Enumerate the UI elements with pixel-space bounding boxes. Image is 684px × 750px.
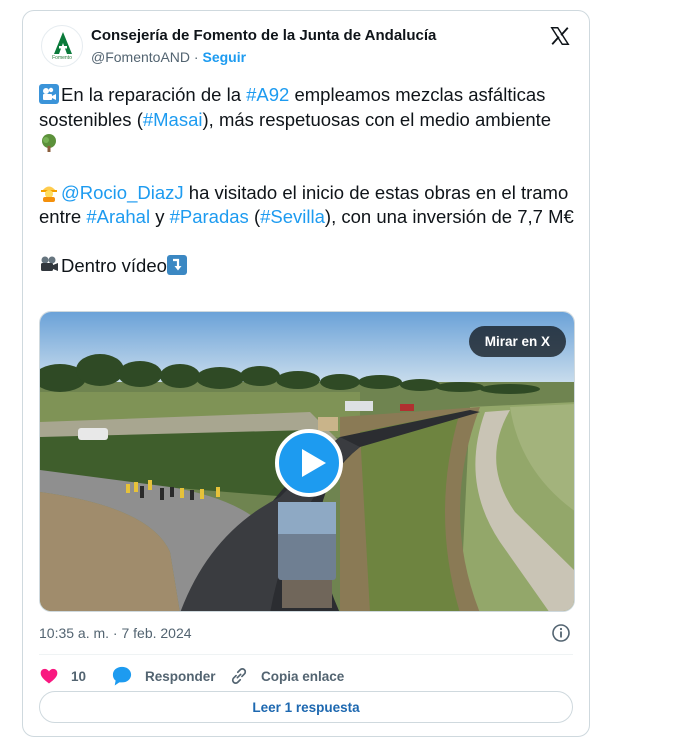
read-replies-button[interactable]: Leer 1 respuesta: [39, 691, 573, 723]
heart-icon: [40, 668, 58, 684]
link-icon: [231, 668, 247, 684]
watch-on-x-button[interactable]: Mirar en X: [468, 326, 566, 357]
x-logo-icon[interactable]: [549, 25, 571, 47]
reply-label: Responder: [145, 668, 216, 684]
account-handle[interactable]: @FomentoAND: [91, 49, 190, 65]
hashtag-a92[interactable]: #A92: [246, 84, 289, 105]
mention-rocio-diazj[interactable]: @Rocio_DiazJ: [61, 182, 184, 203]
p3-text: Dentro vídeo: [61, 254, 167, 276]
p2-text-4: ), con una inversión de 7,7 M€: [324, 206, 574, 227]
like-count: 10: [71, 668, 87, 684]
tweet-card: Fomento Consejería de Fomento de la Junt…: [22, 10, 590, 737]
follow-button[interactable]: Seguir: [202, 49, 246, 65]
arrow-down-right-icon: [166, 254, 187, 275]
like-button[interactable]: 10: [39, 663, 86, 689]
tweet-timestamp[interactable]: 10:35 a. m. · 7 feb. 2024: [39, 625, 192, 641]
reply-button[interactable]: Responder: [111, 663, 216, 689]
separator-dot: ·: [193, 49, 199, 65]
copy-link-button[interactable]: Copia enlace: [229, 663, 344, 689]
info-icon[interactable]: [551, 623, 571, 643]
movie-camera-icon: [39, 84, 59, 104]
action-bar: 10 Responder Copia enlace: [39, 663, 559, 689]
account-name[interactable]: Consejería de Fomento de la Junta de And…: [91, 27, 436, 44]
video-player[interactable]: Mirar en X: [39, 311, 575, 612]
p2-text-2: y: [150, 206, 170, 227]
hashtag-paradas[interactable]: #Paradas: [170, 206, 249, 227]
account-handle-line: @FomentoAND · Seguir: [91, 49, 246, 65]
avatar-caption: Fomento: [52, 55, 72, 61]
video-camera-icon: [41, 256, 58, 271]
p1-text-1: En la reparación de la: [61, 84, 247, 105]
avatar[interactable]: Fomento: [41, 25, 83, 67]
tweet-paragraph-2: @Rocio_DiazJ ha visitado el inicio de es…: [39, 181, 579, 230]
construction-worker-icon: [41, 186, 57, 202]
junta-logo-icon: [54, 32, 72, 54]
hashtag-masai[interactable]: #Masai: [143, 109, 203, 130]
tweet-paragraph-1: En la reparación de la #A92 empleamos me…: [39, 83, 579, 157]
tweet-text: En la reparación de la #A92 empleamos me…: [39, 83, 579, 278]
copy-link-label: Copia enlace: [261, 668, 345, 684]
p1-text-3: ), más respetuosas con el medio ambiente: [202, 108, 552, 130]
tweet-paragraph-3: Dentro vídeo: [39, 254, 579, 279]
p2-text-3: (: [248, 206, 261, 227]
hashtag-sevilla[interactable]: #Sevilla: [260, 206, 325, 227]
tweet-header: Fomento Consejería de Fomento de la Junt…: [23, 11, 589, 73]
divider: [39, 654, 573, 655]
hashtag-arahal[interactable]: #Arahal: [86, 206, 150, 227]
reply-bubble-icon: [112, 666, 132, 686]
play-icon: [302, 449, 326, 477]
tree-icon: [42, 134, 56, 152]
play-button[interactable]: [275, 429, 343, 497]
